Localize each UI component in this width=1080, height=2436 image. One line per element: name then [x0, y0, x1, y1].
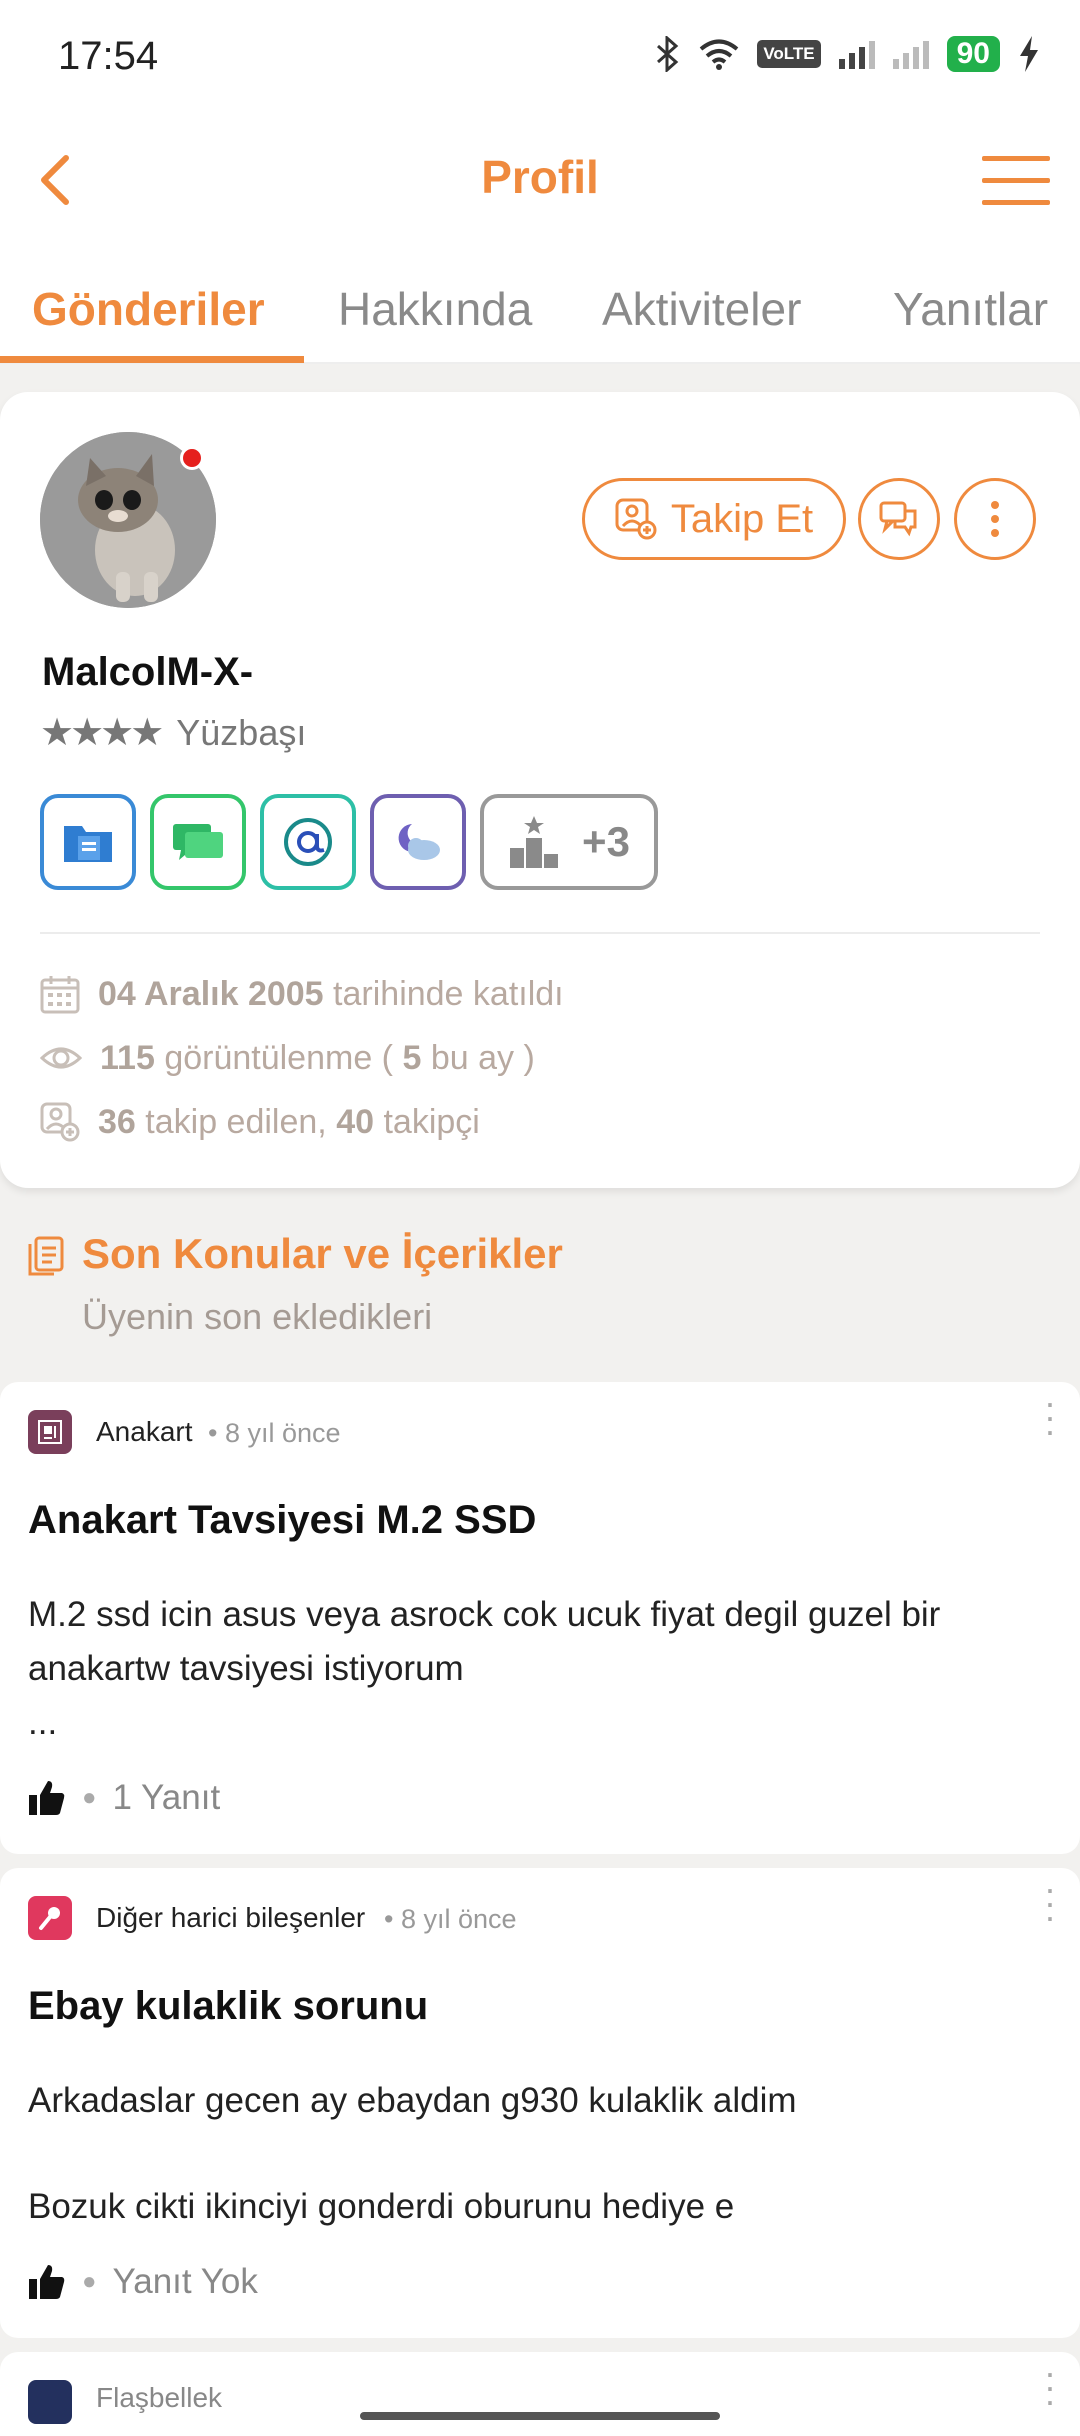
post-card[interactable]: Anakart • 8 yıl önce · · · Anakart Tavsiye…	[0, 1382, 1080, 1854]
badges-row: +3	[40, 794, 658, 890]
badge-mentions[interactable]	[260, 794, 356, 890]
post-card[interactable]: Diğer harici bileşenler • 8 yıl önce · · ·…	[0, 1868, 1080, 2338]
tab-replies[interactable]: Yanıtlar	[893, 282, 1048, 336]
post-body-line: Bozuk cikti ikinciyi gonderdi oburunu he…	[28, 2187, 735, 2226]
profile-tabs: Gönderiler Hakkında Aktiviteler Yanıtlar	[0, 240, 1080, 364]
rank-stars: ★★★★	[40, 712, 164, 754]
folder-document-icon	[64, 826, 112, 862]
home-indicator[interactable]	[360, 2412, 720, 2420]
signal-2-icon	[892, 41, 929, 69]
followers-count: 40	[336, 1102, 375, 1141]
status-time: 17:54	[58, 34, 159, 78]
post-title[interactable]: Anakart Tavsiyesi M.2 SSD	[28, 1498, 536, 1543]
thumbs-up-icon[interactable]	[28, 2263, 66, 2301]
eye-icon	[40, 1047, 82, 1069]
post-body-ellipsis: ...	[28, 1703, 58, 1742]
tab-activities[interactable]: Aktiviteler	[602, 282, 801, 336]
thumbs-up-icon[interactable]	[28, 1779, 66, 1817]
user-follow-icon	[40, 1102, 80, 1142]
volte-badge: VoLTE	[757, 40, 821, 68]
vertical-dots-icon	[991, 501, 999, 537]
post-body-line: Arkadaslar gecen ay ebaydan g930 kulakli…	[28, 2081, 797, 2120]
badge-messages[interactable]	[150, 794, 246, 890]
bluetooth-icon	[657, 36, 679, 72]
badge-night[interactable]	[370, 794, 466, 890]
active-tab-indicator	[0, 356, 304, 363]
separator-dot: ●	[82, 2268, 97, 2295]
post-time: • 8 yıl önce	[384, 1904, 517, 1934]
card-divider	[40, 932, 1040, 934]
post-card[interactable]: Flaşbellek · · ·	[0, 2352, 1080, 2436]
post-more-icon[interactable]: · · ·	[1044, 1871, 1056, 1935]
tab-about[interactable]: Hakkında	[338, 282, 532, 336]
app-header: Profil	[0, 110, 1080, 240]
wifi-icon	[700, 39, 739, 70]
moon-cloud-icon	[398, 824, 440, 860]
badge-more[interactable]: +3	[480, 794, 658, 890]
at-sign-icon	[284, 818, 332, 866]
status-bar: 17:54 VoLTE 90	[0, 0, 1080, 110]
follow-label: Takip Et	[670, 496, 814, 541]
reply-count[interactable]: Yanıt Yok	[113, 2262, 258, 2302]
post-footer: ● Yanıt Yok	[28, 2262, 258, 2302]
chat-badge-icon	[173, 824, 223, 860]
hamburger-menu-icon[interactable]	[982, 152, 1050, 208]
post-time: • 8 yıl önce	[208, 1418, 341, 1448]
user-add-icon	[615, 498, 657, 540]
badge-more-count: +3	[582, 818, 630, 865]
list-document-icon	[28, 1236, 64, 1276]
join-date-suffix: tarihinde katıldı	[333, 974, 564, 1013]
microphone-icon	[28, 1896, 72, 1940]
motherboard-icon	[28, 1410, 72, 1454]
signal-icon	[838, 41, 875, 69]
views-mid: görüntülenme (	[164, 1038, 393, 1077]
post-more-icon[interactable]: · · ·	[1044, 2355, 1056, 2419]
more-options-button[interactable]	[954, 478, 1036, 560]
section-title: Son Konular ve İçerikler	[82, 1230, 563, 1277]
separator-dot: ●	[82, 1784, 97, 1811]
post-more-icon[interactable]: · · ·	[1044, 1385, 1056, 1449]
reply-count[interactable]: 1 Yanıt	[113, 1778, 221, 1818]
profile-card: Takip Et MalcolM-X- ★★★★ Yüzbaşı +3 04 A…	[0, 392, 1080, 1188]
following-count: 36	[98, 1102, 136, 1141]
following-label: takip edilen,	[145, 1102, 327, 1141]
online-status-dot	[180, 446, 204, 470]
post-body-line: M.2 ssd icin asus veya asrock cok ucuk f…	[28, 1595, 941, 1634]
rank-title: Yüzbaşı	[176, 711, 307, 753]
views-month: 5	[402, 1038, 422, 1077]
calendar-icon	[40, 976, 80, 1014]
page-title: Profil	[481, 151, 599, 203]
post-category[interactable]: Flaşbellek	[96, 2382, 222, 2414]
badge-documents[interactable]	[40, 794, 136, 890]
follow-stat: 36 takip edilen, 40 takipçi	[40, 1102, 480, 1142]
chat-bubbles-icon	[879, 501, 917, 537]
join-date-stat: 04 Aralık 2005 tarihinde katıldı	[40, 974, 564, 1014]
username: MalcolM-X-	[42, 650, 254, 694]
leaderboard-icon	[510, 816, 559, 868]
post-category[interactable]: Diğer harici bileşenler	[96, 1902, 365, 1934]
section-subtitle: Üyenin son ekledikleri	[82, 1296, 433, 1337]
follow-button[interactable]: Takip Et	[582, 478, 846, 560]
post-footer: ● 1 Yanıt	[28, 1778, 220, 1818]
charging-icon	[1020, 36, 1038, 72]
views-count: 115	[100, 1038, 155, 1077]
rank-row: ★★★★ Yüzbaşı	[40, 710, 306, 755]
status-icons: VoLTE 90	[655, 36, 1040, 72]
join-date: 04 Aralık 2005	[98, 974, 324, 1013]
views-suffix: bu ay )	[430, 1038, 535, 1077]
views-stat: 115 görüntülenme ( 5 bu ay )	[40, 1038, 535, 1078]
followers-label: takipçi	[383, 1102, 480, 1141]
post-title[interactable]: Ebay kulaklik sorunu	[28, 1984, 428, 2029]
post-category[interactable]: Anakart	[96, 1416, 193, 1448]
usb-drive-icon	[28, 2380, 72, 2424]
battery-level: 90	[946, 36, 1000, 72]
post-body-line: anakartw tavsiyesi istiyorum	[28, 1649, 464, 1688]
tab-posts[interactable]: Gönderiler	[32, 282, 265, 336]
message-button[interactable]	[858, 478, 940, 560]
